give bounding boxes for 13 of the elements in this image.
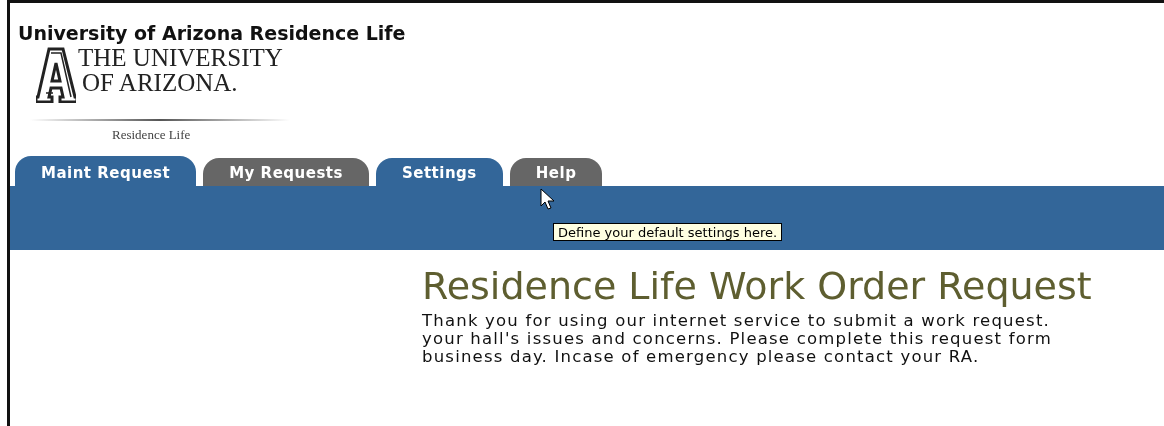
block-a-logo-icon	[36, 47, 76, 103]
nav-tab[interactable]: Help	[509, 158, 603, 186]
nav-tab[interactable]: Maint Request	[15, 156, 197, 186]
logo-text: OF ARIZONA.	[81, 71, 238, 95]
tooltip: Define your default settings here.	[553, 223, 783, 241]
mouse-pointer-icon	[540, 188, 554, 210]
site-title: University of Arizona Residence Life	[17, 21, 406, 45]
logo-text: THE UNIVERSITY	[78, 45, 283, 71]
nav-tab[interactable]: Settings	[375, 158, 503, 186]
logo-subtitle: Residence Life	[112, 127, 191, 143]
nav-tab[interactable]: My Requests	[203, 158, 369, 186]
intro-paragraph: Thank you for using our internet service to submit a work request. your hall's issues and concerns. Please complete this request form business day. Incase of emergency please contact your RA.	[422, 312, 1052, 366]
page-heading: Residence Life Work Order Request	[422, 264, 1092, 308]
